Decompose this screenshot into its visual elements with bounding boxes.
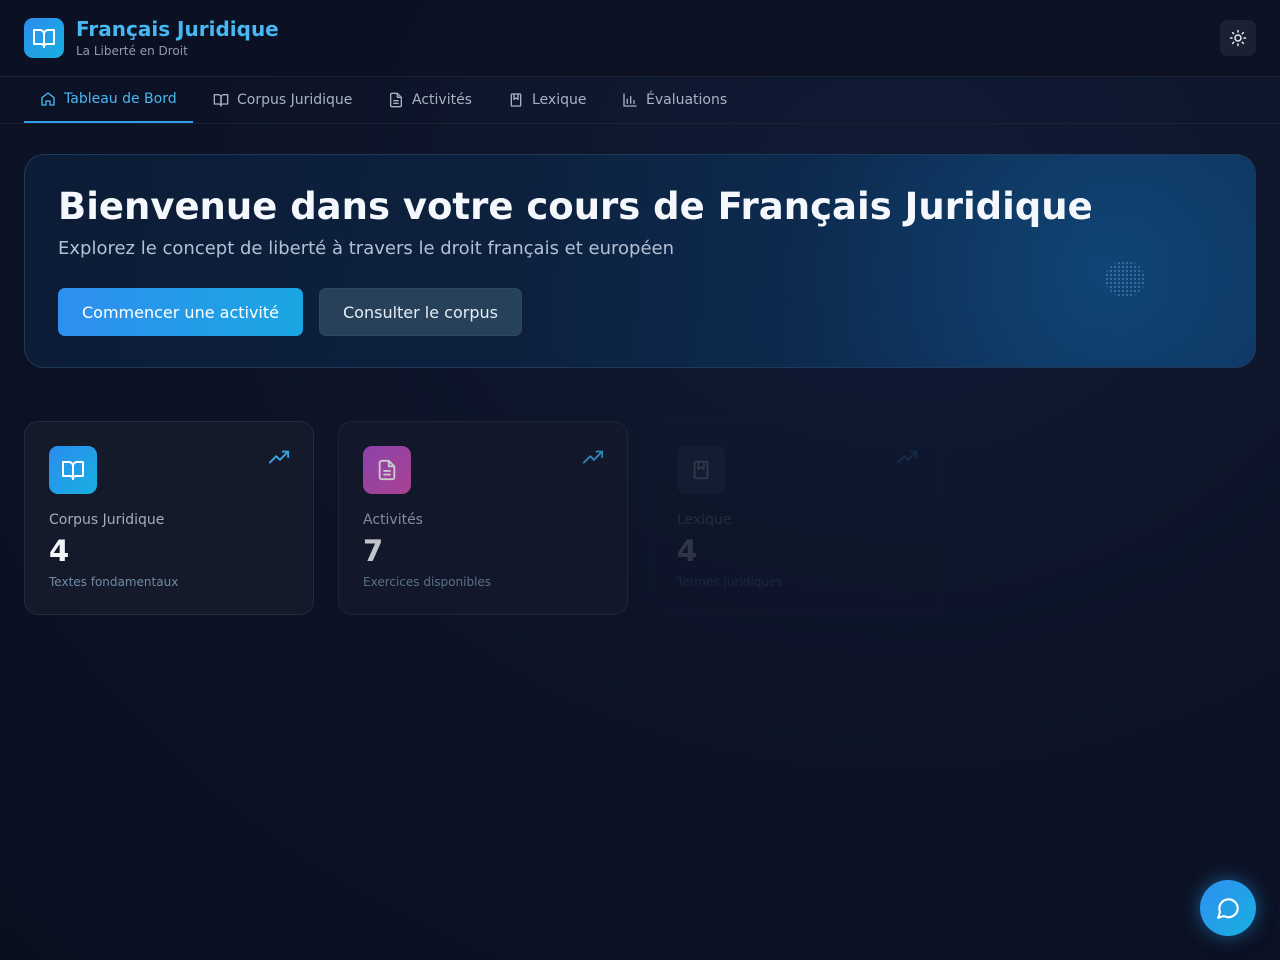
message-circle-icon (1217, 898, 1239, 919)
tab-evaluations[interactable]: Évaluations (606, 77, 743, 123)
card-icon-box (49, 446, 97, 494)
tab-label: Évaluations (646, 92, 728, 108)
app-title: Français Juridique (76, 17, 279, 41)
book-open-icon (33, 29, 55, 48)
trending-up-icon (268, 450, 290, 464)
start-activity-button[interactable]: Commencer une activité (58, 288, 303, 336)
book-open-icon (213, 94, 229, 107)
app-subtitle: La Liberté en Droit (76, 44, 188, 58)
hero-title: Bienvenue dans votre cours de Français J… (58, 185, 1093, 228)
tab-label: Activités (412, 92, 472, 108)
app-header: Français Juridique La Liberté en Droit (0, 0, 1280, 77)
app-logo[interactable] (24, 18, 64, 58)
card-icon-box (363, 446, 411, 494)
tab-tableau-de-bord[interactable]: Tableau de Bord (24, 77, 193, 123)
card-value: 7 (363, 534, 384, 568)
card-label: Activités (363, 512, 423, 528)
tab-label: Tableau de Bord (64, 91, 177, 107)
card-description: Exercices disponibles (363, 575, 492, 589)
tab-lexique[interactable]: Lexique (492, 77, 602, 123)
tab-corpus-juridique[interactable]: Corpus Juridique (197, 77, 368, 123)
trending-up-icon (582, 450, 604, 464)
theme-toggle-button[interactable] (1220, 20, 1256, 56)
trending-up-icon (896, 450, 918, 464)
stat-card-activites[interactable]: Activités 7 Exercices disponibles (338, 421, 628, 615)
file-text-icon (390, 92, 402, 108)
card-value: 4 (677, 534, 698, 568)
main-nav: Tableau de Bord Corpus Juridique Activit… (0, 77, 1280, 124)
stat-card-corpus[interactable]: Corpus Juridique 4 Textes fondamentaux (24, 421, 314, 615)
bookmark-icon (510, 93, 522, 107)
tab-activites[interactable]: Activités (372, 77, 488, 123)
card-value: 4 (49, 534, 70, 568)
bookmark-icon (693, 460, 709, 480)
bar-chart-icon (623, 93, 637, 107)
card-description: Termes juridiques (677, 575, 783, 589)
stat-card-lexique[interactable]: Lexique 4 Termes juridiques (652, 421, 942, 615)
tab-label: Corpus Juridique (237, 92, 353, 108)
tab-label: Lexique (532, 92, 587, 108)
file-text-icon (378, 459, 396, 481)
home-icon (41, 92, 55, 106)
hero-subtitle: Explorez le concept de liberté à travers… (58, 238, 675, 259)
card-icon-box (677, 446, 725, 494)
chat-button[interactable] (1200, 880, 1256, 936)
browse-corpus-button[interactable]: Consulter le corpus (319, 288, 522, 336)
sun-icon (1229, 29, 1247, 47)
welcome-hero: Bienvenue dans votre cours de Français J… (24, 154, 1256, 368)
book-open-icon (62, 461, 84, 480)
decorative-dots (1105, 261, 1145, 297)
card-description: Textes fondamentaux (49, 575, 179, 589)
card-label: Lexique (677, 512, 732, 528)
card-label: Corpus Juridique (49, 512, 165, 528)
